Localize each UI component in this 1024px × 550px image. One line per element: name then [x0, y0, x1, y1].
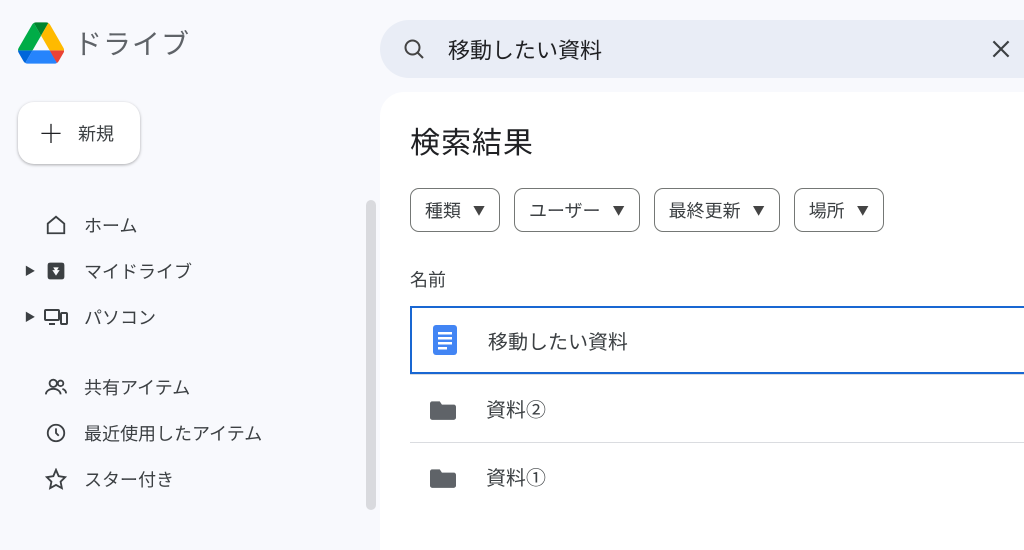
chip-label: 場所 — [809, 197, 845, 223]
filter-modified[interactable]: 最終更新 ▼ — [654, 188, 780, 232]
sidebar-item-shared[interactable]: 共有アイテム — [18, 364, 380, 410]
drive-logo-icon — [18, 22, 64, 64]
new-button[interactable]: ＋ 新規 — [18, 102, 140, 164]
folder-icon — [430, 397, 456, 421]
chevron-down-icon: ▼ — [753, 202, 765, 219]
devices-icon — [42, 307, 70, 327]
sidebar-item-computers[interactable]: ▶ パソコン — [18, 294, 380, 340]
expand-icon[interactable]: ▶ — [18, 263, 42, 279]
new-button-label: 新規 — [78, 120, 114, 146]
chevron-down-icon: ▼ — [857, 202, 869, 219]
people-icon — [42, 376, 70, 398]
expand-icon[interactable]: ▶ — [18, 309, 42, 325]
filter-type[interactable]: 種類 ▼ — [410, 188, 500, 232]
sidebar-item-label: マイドライブ — [84, 258, 192, 284]
file-name: 資料① — [486, 462, 546, 491]
results-list: 移動したい資料 資料② 資料① — [410, 306, 1024, 510]
filter-user[interactable]: ユーザー ▼ — [514, 188, 640, 232]
plus-icon: ＋ — [38, 120, 64, 146]
chip-label: 最終更新 — [669, 197, 741, 223]
column-header-name[interactable]: 名前 — [410, 266, 1024, 292]
file-name: 資料② — [486, 394, 546, 423]
sidebar-item-starred[interactable]: スター付き — [18, 456, 380, 502]
file-row[interactable]: 移動したい資料 — [410, 306, 1024, 374]
sidebar-item-label: パソコン — [84, 304, 156, 330]
search-bar — [380, 20, 1024, 78]
chevron-down-icon: ▼ — [473, 202, 485, 219]
clock-icon — [42, 422, 70, 444]
home-icon — [42, 214, 70, 236]
main-panel: 検索結果 種類 ▼ ユーザー ▼ 最終更新 ▼ 場所 ▼ — [380, 92, 1024, 550]
sidebar-item-label: ホーム — [84, 212, 137, 238]
scrollbar[interactable] — [366, 200, 376, 510]
clear-search-button[interactable] — [988, 36, 1024, 62]
docs-icon — [432, 325, 458, 355]
search-icon — [402, 37, 426, 61]
brand-name: ドライブ — [74, 23, 190, 63]
sidebar-item-recent[interactable]: 最近使用したアイテム — [18, 410, 380, 456]
page-title: 検索結果 — [410, 118, 1024, 162]
sidebar-item-home[interactable]: ホーム — [18, 202, 380, 248]
chip-label: ユーザー — [529, 197, 601, 223]
filter-chips: 種類 ▼ ユーザー ▼ 最終更新 ▼ 場所 ▼ — [410, 188, 1024, 232]
brand: ドライブ — [18, 0, 380, 64]
star-icon — [42, 468, 70, 490]
chip-label: 種類 — [425, 197, 461, 223]
sidebar-item-label: 最近使用したアイテム — [84, 420, 262, 446]
chevron-down-icon: ▼ — [613, 202, 625, 219]
drive-icon — [42, 260, 70, 282]
file-row[interactable]: 資料① — [410, 442, 1024, 510]
sidebar-nav: ホーム ▶ マイドライブ ▶ パソコン — [18, 202, 380, 502]
search-input[interactable] — [448, 33, 988, 65]
sidebar-item-mydrive[interactable]: ▶ マイドライブ — [18, 248, 380, 294]
file-row[interactable]: 資料② — [410, 374, 1024, 442]
file-name: 移動したい資料 — [488, 326, 628, 355]
sidebar-item-label: 共有アイテム — [84, 374, 190, 400]
folder-icon — [430, 465, 456, 489]
filter-location[interactable]: 場所 ▼ — [794, 188, 884, 232]
sidebar-item-label: スター付き — [84, 466, 174, 492]
